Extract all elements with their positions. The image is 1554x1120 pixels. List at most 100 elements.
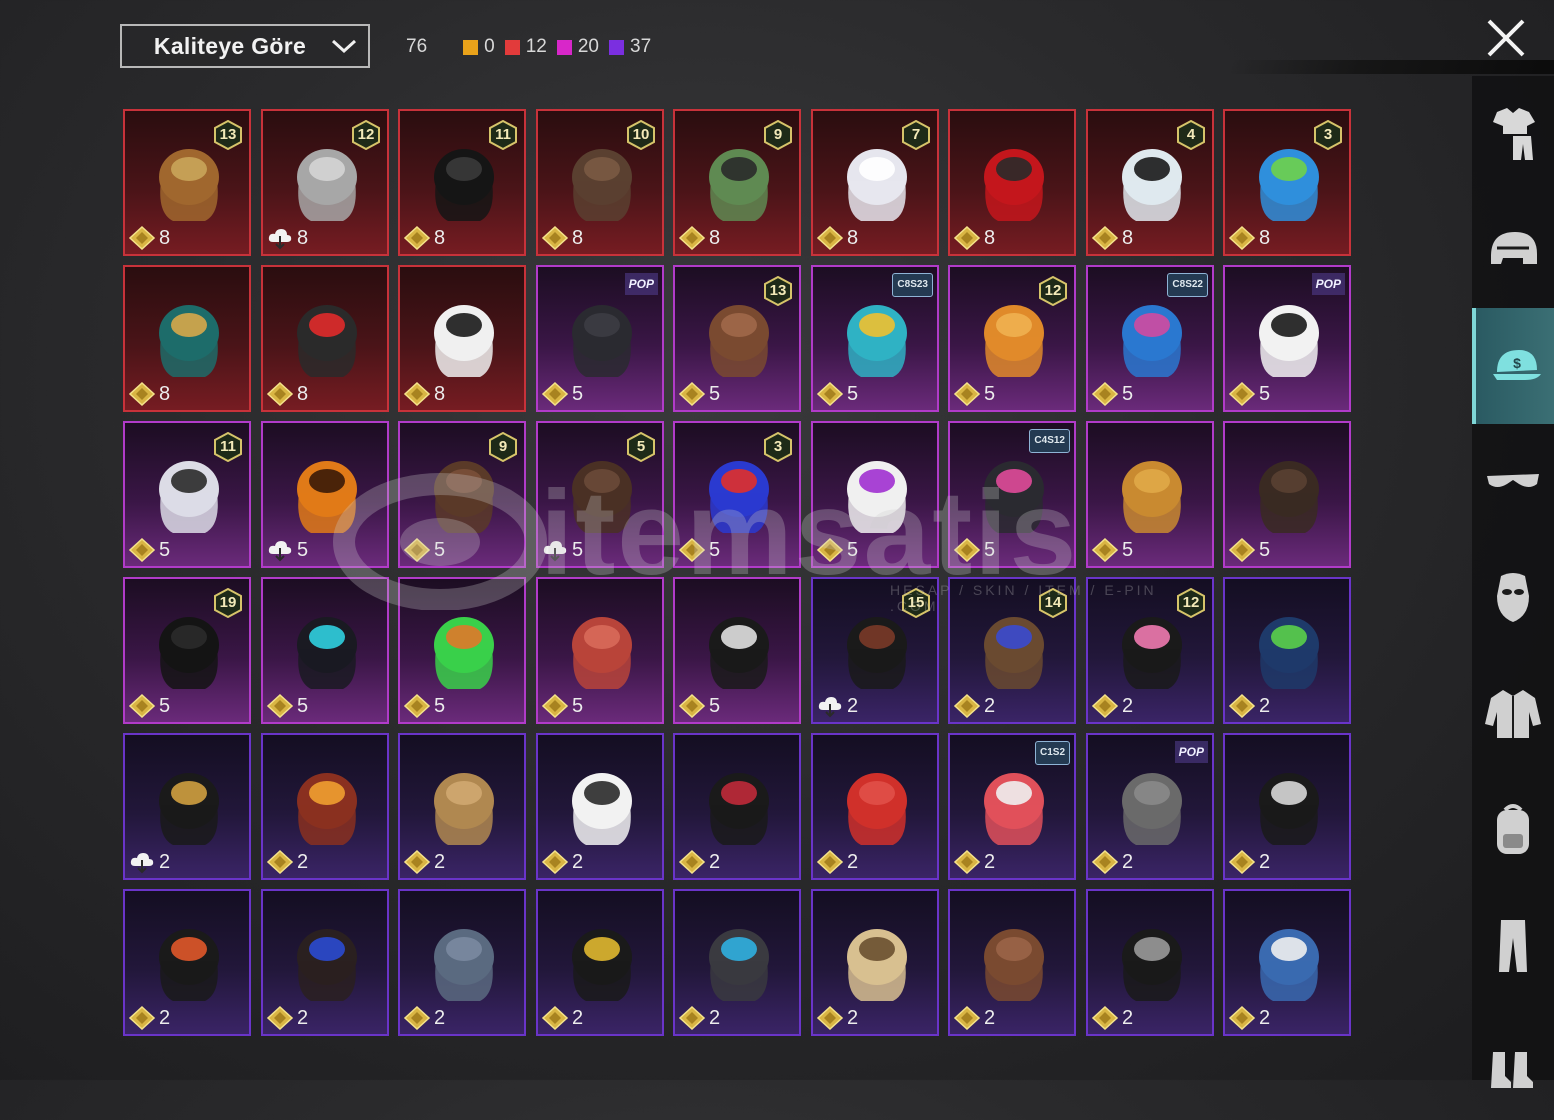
item-card[interactable]: 9 5 [398, 421, 526, 568]
item-card[interactable]: 13 5 [673, 265, 801, 412]
item-value-number: 5 [709, 694, 721, 717]
item-value-number: 2 [572, 1006, 584, 1029]
item-card[interactable]: 4 8 [1086, 109, 1214, 256]
item-card[interactable]: 2 [1086, 889, 1214, 1036]
item-card[interactable]: 5 [811, 421, 939, 568]
item-card[interactable]: 5 [261, 421, 389, 568]
long-hair-bow-icon [1247, 441, 1331, 541]
item-card[interactable]: 12 8 [261, 109, 389, 256]
item-value: 5 [678, 693, 721, 719]
item-card[interactable]: 2 [673, 889, 801, 1036]
item-card[interactable]: 8 [398, 265, 526, 412]
item-card[interactable]: POP 5 [536, 265, 664, 412]
item-card[interactable]: 8 [123, 265, 251, 412]
item-card[interactable]: C4S12 5 [948, 421, 1076, 568]
item-card[interactable]: 13 8 [123, 109, 251, 256]
item-value-number: 2 [434, 850, 446, 873]
item-card[interactable]: 2 [1223, 889, 1351, 1036]
item-card[interactable]: 9 8 [673, 109, 801, 256]
tab-mask[interactable] [1472, 540, 1554, 656]
item-card[interactable]: 2 [261, 733, 389, 880]
svg-text:$: $ [1513, 355, 1521, 371]
item-card[interactable]: 19 5 [123, 577, 251, 724]
tab-pants[interactable] [1472, 888, 1554, 1004]
item-card[interactable]: C1S2 2 [948, 733, 1076, 880]
tab-jacket[interactable] [1472, 656, 1554, 772]
item-card[interactable]: 5 [261, 577, 389, 724]
item-card[interactable]: 7 8 [811, 109, 939, 256]
item-card[interactable]: 8 [261, 265, 389, 412]
item-value: 2 [403, 849, 446, 875]
item-card[interactable]: 3 5 [673, 421, 801, 568]
sort-dropdown[interactable]: Kaliteye Göre [120, 24, 370, 68]
coin-icon [678, 693, 706, 719]
tab-helmet[interactable] [1472, 192, 1554, 308]
item-value-number: 2 [709, 1006, 721, 1029]
coin-icon [953, 537, 981, 563]
close-button[interactable] [1485, 18, 1527, 58]
item-value: 8 [403, 225, 445, 251]
item-card[interactable]: 8 [948, 109, 1076, 256]
item-card[interactable]: 3 8 [1223, 109, 1351, 256]
item-card[interactable]: 2 [673, 733, 801, 880]
level-badge-value: 7 [911, 126, 921, 143]
item-card[interactable]: C8S22 5 [1086, 265, 1214, 412]
item-value-number: 8 [847, 226, 859, 249]
level-badge-value: 11 [220, 438, 236, 455]
item-card[interactable]: 5 [1086, 421, 1214, 568]
item-value-number: 5 [847, 382, 859, 405]
coin-icon [403, 537, 431, 563]
item-card[interactable]: 5 [1223, 421, 1351, 568]
coin-icon [953, 849, 981, 875]
tab-shoes[interactable] [1472, 1004, 1554, 1120]
item-card[interactable]: 10 8 [536, 109, 664, 256]
item-card[interactable]: 12 5 [948, 265, 1076, 412]
item-card[interactable]: 2 [261, 889, 389, 1036]
item-value-number: 5 [1259, 538, 1271, 561]
level-badge-value: 15 [907, 594, 925, 611]
item-value: 2 [953, 1005, 995, 1031]
item-card[interactable]: 2 [536, 733, 664, 880]
item-card[interactable]: 14 2 [948, 577, 1076, 724]
item-card[interactable]: 11 8 [398, 109, 526, 256]
level-badge-value: 3 [1323, 126, 1333, 143]
item-card[interactable]: 2 [1223, 733, 1351, 880]
tab-glasses[interactable] [1472, 424, 1554, 540]
item-value-number: 8 [1259, 226, 1271, 249]
level-badge-value: 13 [219, 126, 237, 143]
item-card[interactable]: 2 [398, 889, 526, 1036]
item-value: 2 [1091, 693, 1133, 719]
item-card[interactable]: 11 5 [123, 421, 251, 568]
item-card[interactable]: POP 5 [1223, 265, 1351, 412]
item-value: 5 [541, 693, 583, 719]
item-card[interactable]: 5 [398, 577, 526, 724]
item-card[interactable]: 2 [1223, 577, 1351, 724]
item-card[interactable]: 2 [811, 733, 939, 880]
item-card[interactable]: 2 [536, 889, 664, 1036]
item-card[interactable]: 5 [673, 577, 801, 724]
item-card[interactable]: 2 [123, 889, 251, 1036]
tab-outfit[interactable] [1472, 76, 1554, 192]
level-badge: 13 [763, 276, 793, 306]
sort-dropdown-label: Kaliteye Göre [153, 32, 307, 59]
level-badge-value: 12 [357, 126, 375, 143]
item-card[interactable]: 5 5 [536, 421, 664, 568]
coin-icon [403, 693, 431, 719]
item-value: 5 [1091, 381, 1133, 407]
item-value-number: 5 [709, 382, 721, 405]
item-value: 2 [1228, 693, 1270, 719]
coin-icon [1091, 381, 1119, 407]
item-card[interactable]: 2 [398, 733, 526, 880]
item-card[interactable]: C8S23 5 [811, 265, 939, 412]
item-card[interactable]: 12 2 [1086, 577, 1214, 724]
coin-icon [816, 381, 844, 407]
item-card[interactable]: 5 [536, 577, 664, 724]
item-value: 5 [953, 381, 995, 407]
item-card[interactable]: 15 2 [811, 577, 939, 724]
item-card[interactable]: POP 2 [1086, 733, 1214, 880]
item-card[interactable]: 2 [123, 733, 251, 880]
tab-hat[interactable]: $ [1472, 308, 1554, 424]
tab-backpack[interactable] [1472, 772, 1554, 888]
item-card[interactable]: 2 [948, 889, 1076, 1036]
item-card[interactable]: 2 [811, 889, 939, 1036]
